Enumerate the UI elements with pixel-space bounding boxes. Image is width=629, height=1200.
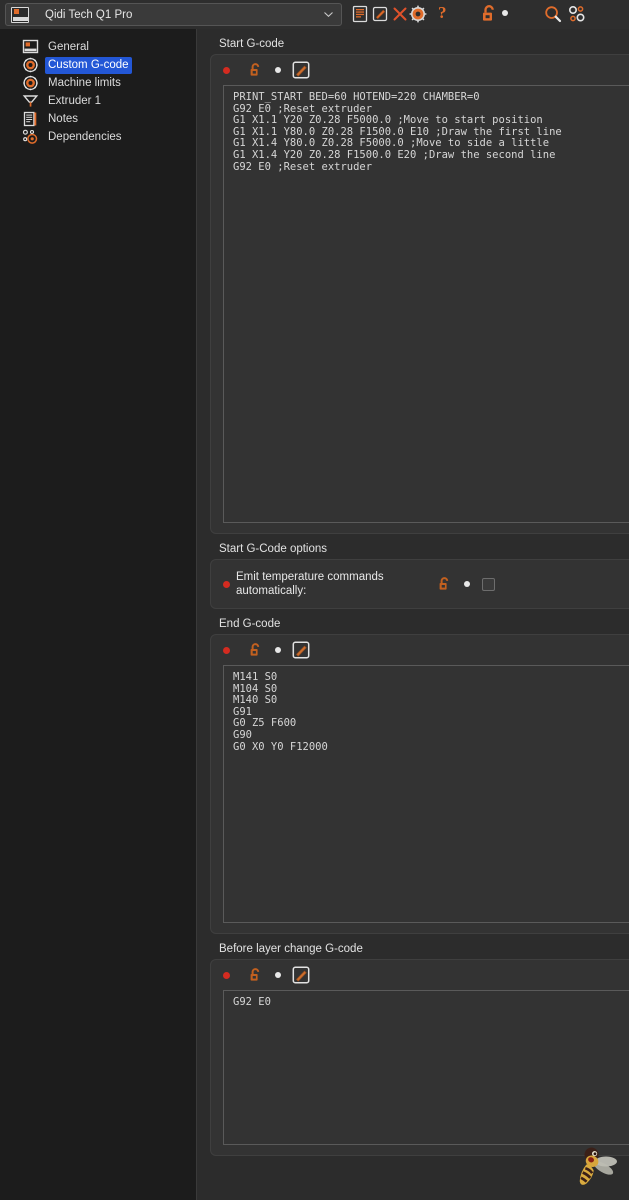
printer-general-icon [22, 39, 39, 55]
sidebar-item-extruder-1[interactable]: Extruder 1 [22, 92, 196, 110]
white-dot-icon [464, 581, 470, 587]
printer-settings-icon[interactable] [408, 4, 428, 24]
chevron-down-icon[interactable] [324, 12, 333, 17]
sidebar-item-general[interactable]: General [22, 38, 196, 56]
panel-toolbar [211, 55, 629, 85]
modified-indicator-icon [223, 646, 230, 654]
unlocked-padlock-icon[interactable] [248, 642, 263, 658]
top-toolbar: Qidi Tech Q1 Pro ? [0, 0, 629, 29]
unlocked-padlock-icon[interactable] [479, 3, 499, 23]
group-title-start-gcode-options: Start G-Code options [219, 543, 328, 555]
edit-value-icon[interactable] [292, 966, 310, 984]
group-title-start-gcode: Start G-code [219, 38, 285, 50]
edit-value-icon[interactable] [292, 641, 310, 659]
group-title-end-gcode: End G-code [219, 618, 281, 630]
preset-combobox-value: Qidi Tech Q1 Pro [45, 8, 133, 21]
modified-indicator-icon [223, 580, 230, 588]
sidebar-item-label: Notes [48, 112, 79, 125]
panel-before-layer-change-gcode: G92 E0 [210, 959, 629, 1156]
sidebar-item-label: Extruder 1 [48, 94, 102, 107]
group-title-before-layer-change-gcode: Before layer change G-code [219, 943, 363, 955]
unlocked-padlock-icon[interactable] [248, 967, 263, 983]
sidebar-item-label: Custom G-code [45, 56, 132, 74]
before-layer-change-gcode-textarea[interactable]: G92 E0 [223, 990, 629, 1145]
sidebar-item-notes[interactable]: Notes [22, 110, 196, 128]
compare-presets-icon[interactable] [567, 4, 587, 24]
modified-indicator-icon [223, 971, 230, 979]
printer-preset-icon [11, 6, 29, 23]
panel-toolbar [211, 960, 629, 990]
sidebar-item-dependencies[interactable]: Dependencies [22, 128, 196, 146]
rename-preset-icon[interactable] [370, 4, 390, 24]
bee-mascot-icon [569, 1146, 621, 1194]
sidebar-item-label: Machine limits [48, 76, 121, 89]
panel-end-gcode: M141 S0 M104 S0 M140 S0 G91 G0 Z5 F600 G… [210, 634, 629, 934]
search-icon[interactable] [543, 4, 563, 24]
option-row-emit-temperature: Emit temperature commands automatically: [211, 560, 629, 608]
white-dot-icon [275, 647, 281, 653]
start-gcode-textarea[interactable]: PRINT_START BED=60 HOTEND=220 CHAMBER=0 … [223, 85, 629, 523]
save-preset-icon[interactable] [350, 4, 370, 24]
white-dot-icon [275, 67, 281, 73]
sidebar-item-custom-gcode[interactable]: Custom G-code [22, 56, 196, 74]
sidebar-item-machine-limits[interactable]: Machine limits [22, 74, 196, 92]
preset-combobox[interactable]: Qidi Tech Q1 Pro [5, 3, 342, 26]
dependencies-icon [22, 129, 39, 145]
gear-icon [22, 57, 39, 73]
settings-sidebar: General Custom G-code Machine limits Ext… [0, 29, 197, 1200]
delete-preset-icon[interactable] [390, 4, 410, 24]
end-gcode-textarea[interactable]: M141 S0 M104 S0 M140 S0 G91 G0 Z5 F600 G… [223, 665, 629, 923]
extruder-nozzle-icon [22, 93, 39, 109]
white-dot-icon [275, 972, 281, 978]
settings-content: Start G-code PRINT_START BED=60 HOTEND=2… [197, 29, 629, 1200]
sidebar-item-label: General [48, 40, 89, 53]
panel-start-gcode-options: Emit temperature commands automatically: [210, 559, 629, 609]
emit-temperature-checkbox[interactable] [482, 577, 495, 591]
modified-indicator-icon [223, 66, 230, 74]
help-icon[interactable]: ? [438, 3, 447, 23]
panel-start-gcode: PRINT_START BED=60 HOTEND=220 CHAMBER=0 … [210, 54, 629, 534]
edit-value-icon[interactable] [292, 61, 310, 79]
panel-toolbar [211, 635, 629, 665]
sidebar-item-label: Dependencies [48, 130, 122, 143]
white-dot-icon [502, 10, 508, 16]
option-label: Emit temperature commands automatically: [236, 571, 384, 597]
unlocked-padlock-icon[interactable] [437, 576, 452, 592]
unlocked-padlock-icon[interactable] [248, 62, 263, 78]
notes-icon [22, 111, 39, 127]
gear-icon [22, 75, 39, 91]
